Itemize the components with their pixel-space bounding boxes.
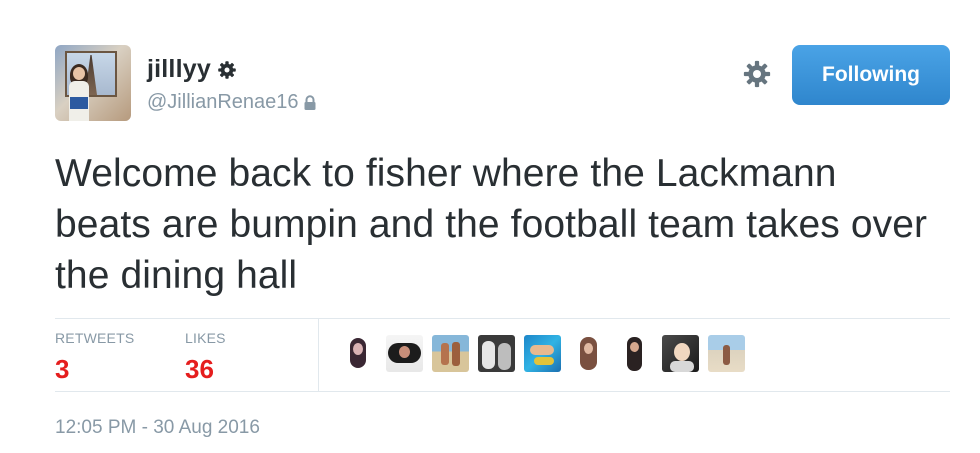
stats-divider-top xyxy=(55,318,950,319)
gear-badge-icon xyxy=(217,60,237,80)
tweet-text: Welcome back to fisher where the Lackman… xyxy=(55,152,928,297)
user-name-row: jilllyy xyxy=(147,55,237,84)
liker-avatar[interactable] xyxy=(570,335,607,372)
display-name[interactable]: jilllyy xyxy=(147,55,211,84)
liker-avatar[interactable] xyxy=(340,335,377,372)
gear-icon xyxy=(742,59,772,94)
stats-vertical-divider xyxy=(318,318,319,391)
following-button[interactable]: Following xyxy=(792,45,950,105)
liker-avatar[interactable] xyxy=(432,335,469,372)
liker-avatar[interactable] xyxy=(386,335,423,372)
stats-divider-bottom xyxy=(55,391,950,392)
retweets-label: RETWEETS xyxy=(55,330,135,346)
liker-avatar[interactable] xyxy=(616,335,653,372)
likes-count: 36 xyxy=(185,354,214,384)
retweets-stat[interactable]: RETWEETS 3 xyxy=(55,330,134,385)
user-handle-row: @JillianRenae16 xyxy=(147,91,317,114)
liker-avatar[interactable] xyxy=(478,335,515,372)
avatar-head xyxy=(73,67,85,80)
liker-avatar[interactable] xyxy=(662,335,699,372)
settings-gear-button[interactable] xyxy=(739,60,775,92)
user-avatar[interactable] xyxy=(55,45,131,121)
lock-icon xyxy=(303,94,317,111)
likes-stat[interactable]: LIKES 36 xyxy=(185,330,226,385)
tweet-card: jilllyy @JillianRenae16 Following Welcom… xyxy=(0,0,980,453)
user-handle[interactable]: @JillianRenae16 xyxy=(147,91,299,114)
likes-label: LIKES xyxy=(185,330,226,346)
likers-avatars xyxy=(340,335,745,372)
liker-avatar[interactable] xyxy=(524,335,561,372)
avatar-shorts xyxy=(70,97,88,109)
tweet-timestamp[interactable]: 12:05 PM - 30 Aug 2016 xyxy=(55,417,260,439)
retweets-count: 3 xyxy=(55,354,70,384)
liker-avatar[interactable] xyxy=(708,335,745,372)
